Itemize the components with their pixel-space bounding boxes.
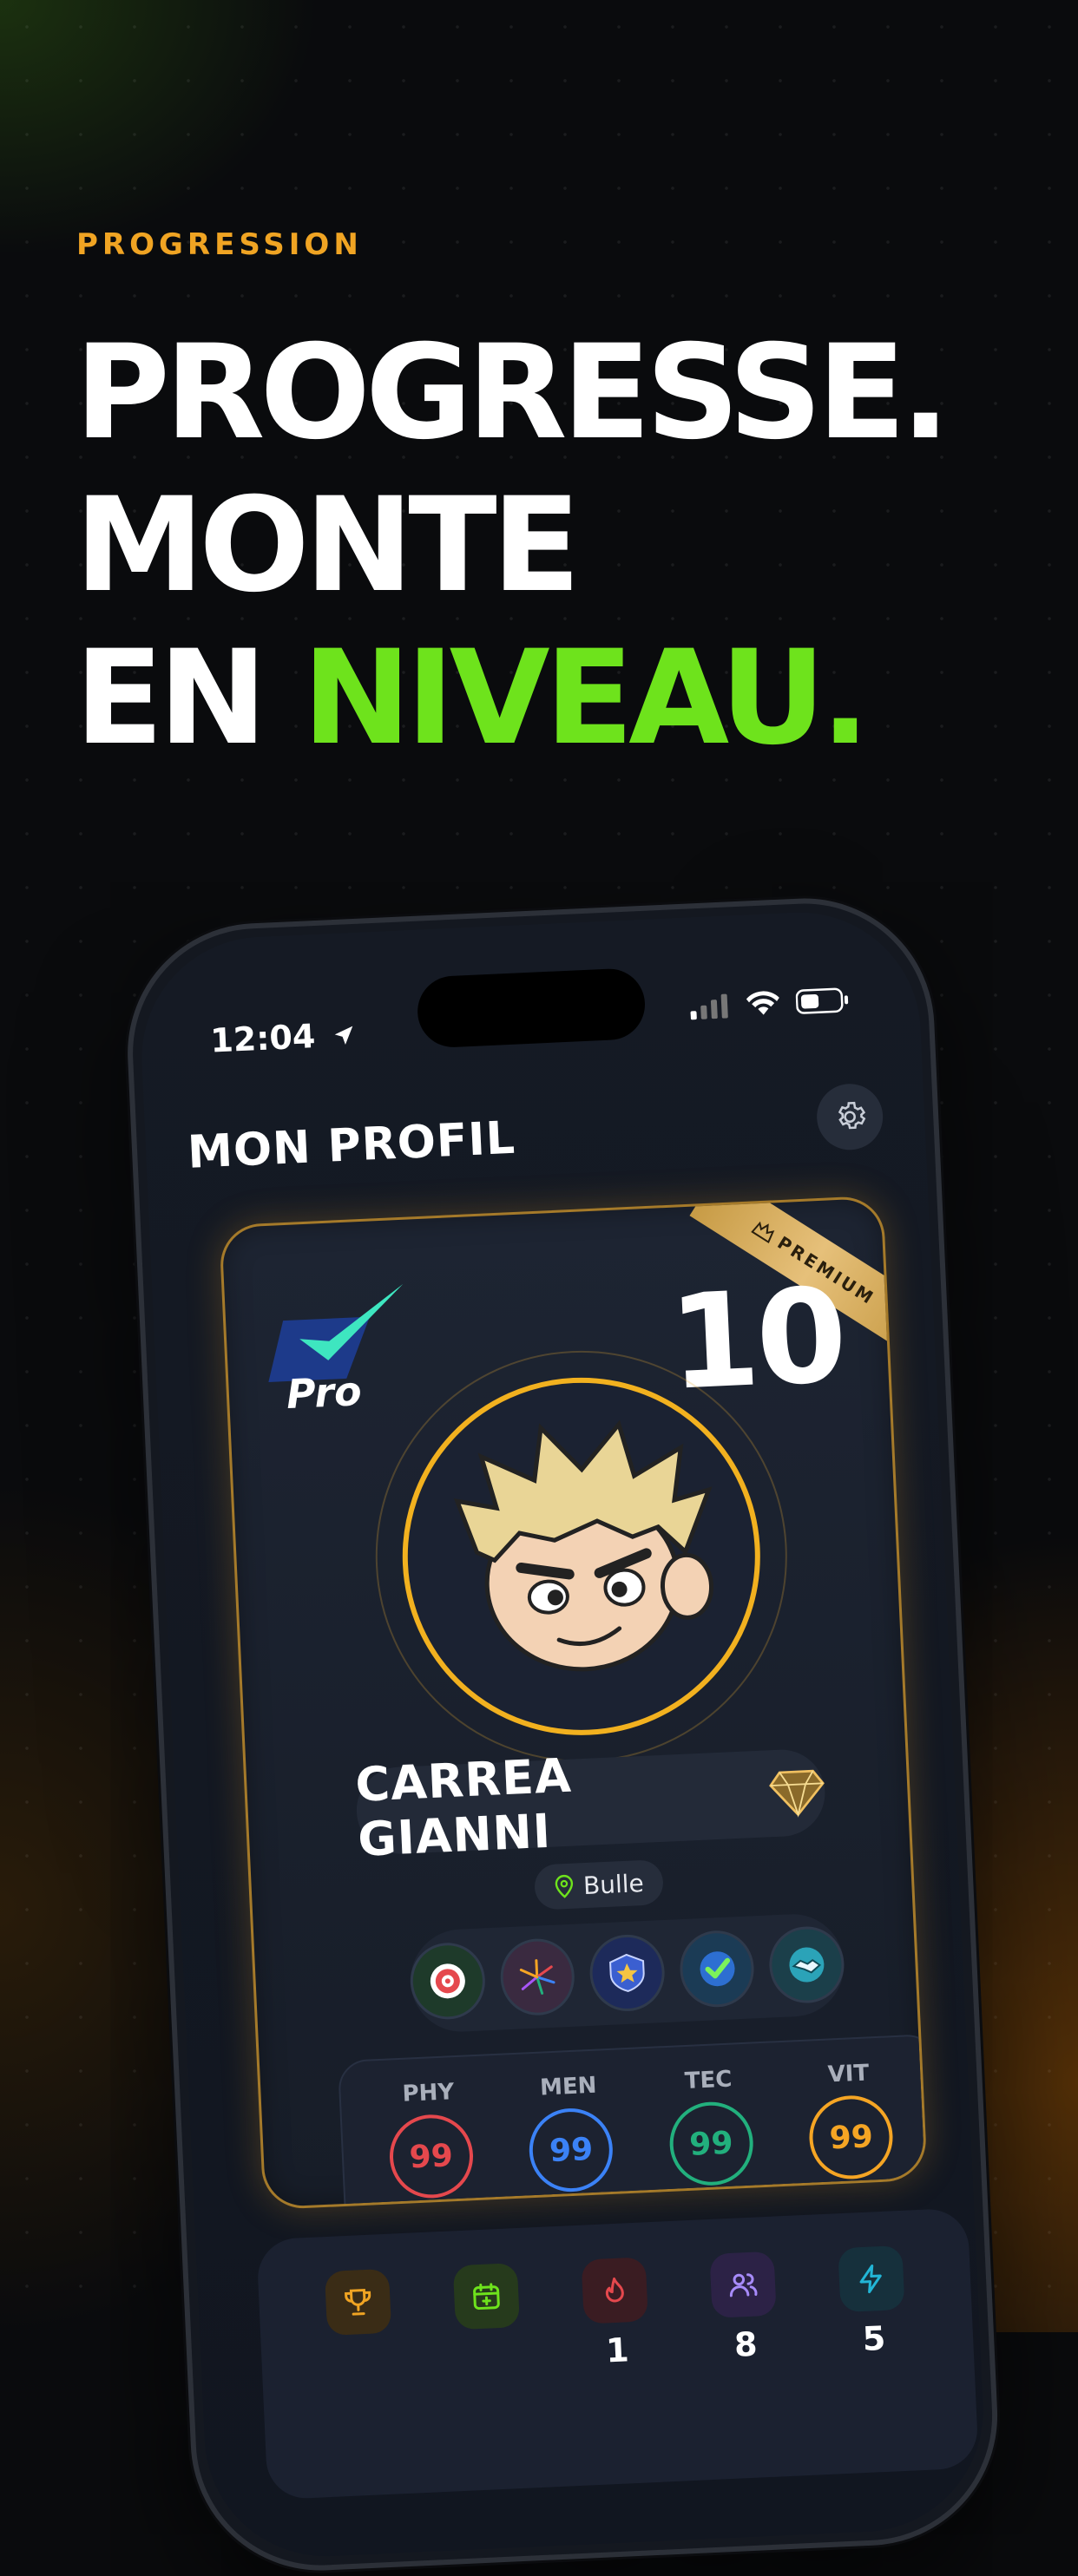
- trophy-icon: [324, 2268, 392, 2337]
- stat-label: PHY: [401, 2079, 455, 2107]
- stat-phy: PHY 99: [367, 2077, 495, 2211]
- tray-item-friends[interactable]: 8: [698, 2251, 795, 2480]
- location-pin-icon: [555, 1874, 574, 1898]
- location-arrow-icon: [334, 1026, 353, 1045]
- player-name: CARREA GIANNI: [354, 1747, 573, 1867]
- fireworks-badge-icon[interactable]: [498, 1937, 576, 2017]
- users-icon: [709, 2251, 777, 2318]
- cartoon-avatar-icon: [453, 1419, 714, 1672]
- stat-tec: TEC 99: [647, 2065, 774, 2207]
- status-time-text: 12:04: [209, 1017, 317, 1060]
- stat-value-circle: 99: [387, 2113, 475, 2200]
- check-badge-icon[interactable]: [678, 1929, 756, 2009]
- player-card[interactable]: PREMIUM Pro 10 CARREA GIANNI Bulle PHY 9…: [219, 1195, 928, 2211]
- pro-logo: Pro: [264, 1280, 417, 1426]
- settings-button[interactable]: [815, 1082, 884, 1151]
- lightning-icon: [838, 2245, 905, 2313]
- star-shield-badge-icon[interactable]: [588, 1933, 667, 2013]
- pro-label: Pro: [285, 1367, 363, 1419]
- phone-frame: 12:04 MON PROFIL PREMIUM Pro 10 CARREA G…: [122, 892, 1003, 2576]
- tray-item-events[interactable]: [442, 2262, 539, 2491]
- gear-icon: [838, 1101, 866, 1130]
- flame-icon: [581, 2257, 648, 2324]
- battery-icon: [795, 987, 849, 1014]
- phone-screen: 12:04 MON PROFIL PREMIUM Pro 10 CARREA G…: [136, 907, 989, 2562]
- section-eyebrow: PROGRESSION: [76, 227, 363, 262]
- tray-item-trophies[interactable]: [313, 2268, 411, 2497]
- headline-line-1: PROGRESSE.: [75, 318, 950, 469]
- status-time: 12:04: [209, 1015, 357, 1060]
- stat-bar: [670, 2195, 758, 2206]
- headline-line-3-white: EN: [75, 623, 303, 774]
- stat-label: MEN: [539, 2072, 598, 2101]
- tray-value: 5: [861, 2318, 887, 2359]
- player-name-pill: CARREA GIANNI: [354, 1747, 827, 1867]
- stat-vit: VIT 99: [787, 2058, 915, 2200]
- stats-tray: 1 8 5: [256, 2207, 979, 2501]
- stat-bar: [810, 2189, 897, 2200]
- stat-label: TEC: [684, 2066, 733, 2095]
- phone-mockup: 12:04 MON PROFIL PREMIUM Pro 10 CARREA G…: [122, 892, 1003, 2576]
- location-pill: Bulle: [533, 1858, 664, 1911]
- crown-icon: [751, 1221, 775, 1243]
- stat-value-circle: 99: [527, 2106, 615, 2194]
- location-text: Bulle: [582, 1868, 645, 1900]
- headline-line-2: MONTE: [75, 470, 581, 621]
- diamond-rank-icon: [769, 1769, 825, 1818]
- stat-value: 99: [828, 2118, 874, 2157]
- tray-value: 1: [605, 2330, 630, 2370]
- hero-headline: PROGRESSE. MONTE EN NIVEAU.: [75, 317, 950, 775]
- stat-men: MEN 99: [507, 2071, 634, 2211]
- avatar[interactable]: [394, 1369, 768, 1743]
- status-icons: [690, 986, 851, 1020]
- stat-bar: [529, 2201, 618, 2211]
- headline-line-3-green: NIVEAU.: [302, 623, 870, 774]
- screen-title: MON PROFIL: [186, 1111, 517, 1179]
- stat-value: 99: [549, 2131, 595, 2169]
- signal-icon: [690, 993, 728, 1020]
- calendar-add-icon: [452, 2263, 521, 2330]
- stat-value-circle: 99: [667, 2100, 755, 2187]
- target-badge-icon[interactable]: [408, 1941, 487, 2022]
- wifi-icon: [746, 991, 779, 1015]
- stat-bar: [390, 2208, 477, 2211]
- dynamic-island: [416, 967, 647, 1049]
- tray-item-energy[interactable]: 5: [826, 2245, 924, 2474]
- player-stats: PHY 99 MEN 99 TEC 99 VIT 99: [337, 2033, 928, 2211]
- stat-value: 99: [408, 2137, 454, 2176]
- stat-label: VIT: [827, 2060, 870, 2088]
- achievement-badges: [408, 1911, 847, 2035]
- tray-value: 8: [733, 2324, 759, 2364]
- stat-value-circle: 99: [807, 2094, 895, 2181]
- headline-line-3: EN NIVEAU.: [75, 622, 945, 775]
- handshake-badge-icon[interactable]: [767, 1924, 846, 2005]
- stat-value: 99: [688, 2125, 734, 2163]
- tray-item-streak[interactable]: 1: [570, 2257, 667, 2486]
